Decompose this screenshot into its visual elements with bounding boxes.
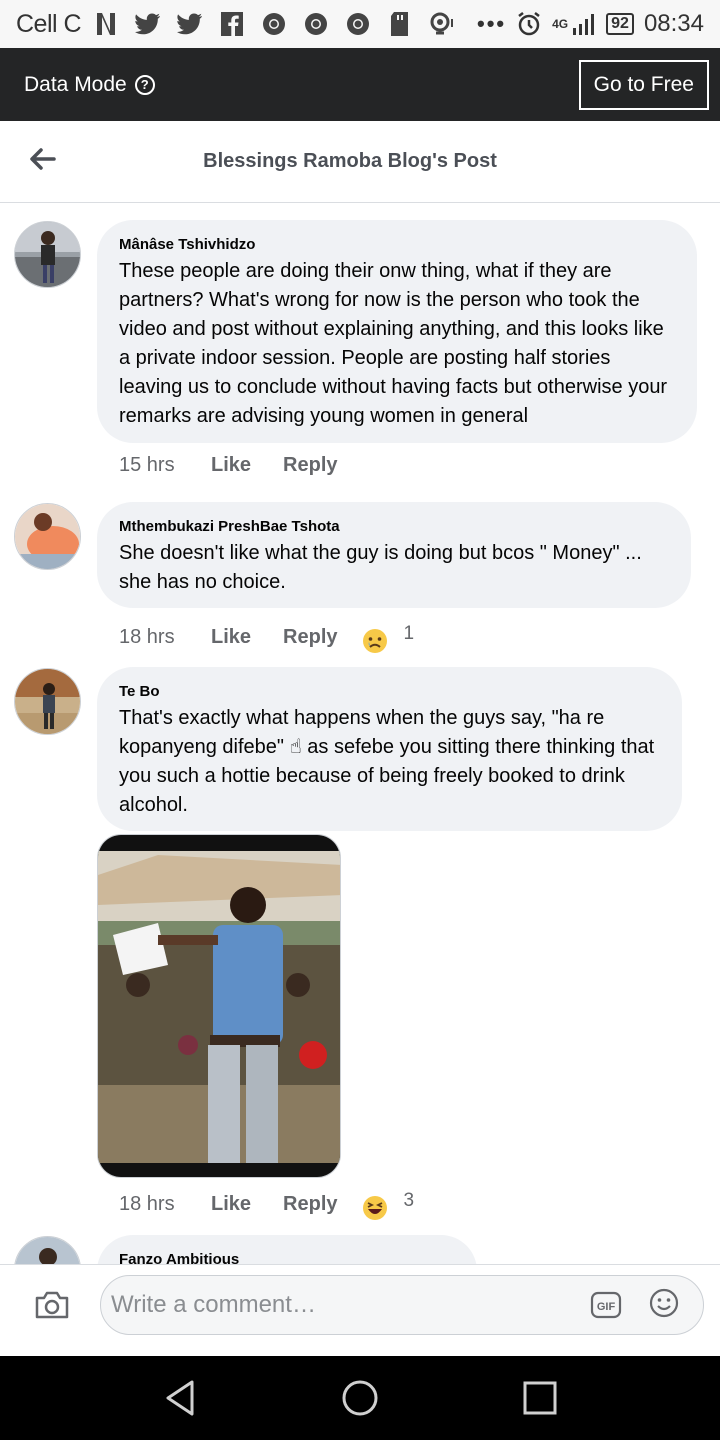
- android-nav-bar: [0, 1356, 720, 1440]
- signal-icon: [573, 14, 595, 35]
- comment-composer: GIF: [0, 1264, 720, 1356]
- comment-actions: 18 hrs Like Reply 1: [119, 620, 414, 654]
- twitter-icon: [175, 11, 205, 37]
- recents-nav-icon[interactable]: [520, 1378, 560, 1418]
- gif-icon[interactable]: GIF: [590, 1289, 622, 1321]
- comment-bubble: Mânâse Tshivhidzo These people are doing…: [97, 220, 697, 443]
- go-to-free-button[interactable]: Go to Free: [578, 59, 709, 110]
- facebook-icon: [217, 11, 247, 37]
- comment-author[interactable]: Mthembukazi PreshBae Tshota: [119, 518, 669, 535]
- avatar[interactable]: [14, 503, 81, 570]
- avatar[interactable]: [14, 668, 81, 735]
- comment-text: These people are doing their onw thing, …: [119, 260, 668, 427]
- location-icon: [427, 11, 457, 37]
- back-arrow-icon[interactable]: [28, 145, 56, 173]
- comment-author[interactable]: Te Bo: [119, 683, 660, 700]
- comment-time[interactable]: 18 hrs: [119, 626, 211, 649]
- comment-text: She doesn't like what the guy is doing b…: [119, 542, 642, 593]
- help-icon[interactable]: ?: [134, 74, 155, 95]
- emoji-icon[interactable]: [648, 1287, 680, 1319]
- data-mode-label: Data Mode: [24, 72, 127, 96]
- sd-card-icon: [385, 11, 415, 37]
- netflix-icon: [91, 11, 121, 37]
- status-bar: Cell C ••• 4G 92 08:34: [0, 0, 720, 48]
- reply-button[interactable]: Reply: [283, 1193, 337, 1216]
- comment-time[interactable]: 15 hrs: [119, 454, 211, 477]
- battery-icon: 92: [606, 13, 634, 35]
- chrome-icon: [301, 11, 331, 37]
- chrome-icon: [259, 11, 289, 37]
- comment-actions: 15 hrs Like Reply: [119, 454, 370, 477]
- notification-icons: [91, 11, 457, 37]
- svg-text:GIF: GIF: [597, 1301, 616, 1313]
- reaction-summary[interactable]: 3: [362, 1187, 415, 1221]
- reaction-count: 3: [403, 1190, 415, 1211]
- comment-text: That's exactly what happens when the guy…: [119, 707, 655, 816]
- comment-bubble: Mthembukazi PreshBae Tshota She doesn't …: [97, 502, 691, 608]
- back-nav-icon[interactable]: [160, 1378, 200, 1418]
- like-button[interactable]: Like: [211, 454, 251, 477]
- comment-bubble: Te Bo That's exactly what happens when t…: [97, 667, 682, 831]
- comment-author[interactable]: Mânâse Tshivhidzo: [119, 236, 675, 253]
- clock: 08:34: [643, 10, 704, 37]
- home-nav-icon[interactable]: [340, 1378, 380, 1418]
- reaction-summary[interactable]: 1: [362, 620, 415, 654]
- chrome-icon: [343, 11, 373, 37]
- post-header: Blessings Ramoba Blog's Post: [0, 121, 720, 203]
- reply-button[interactable]: Reply: [283, 626, 337, 649]
- like-button[interactable]: Like: [211, 626, 251, 649]
- alarm-icon: [518, 12, 540, 36]
- reply-button[interactable]: Reply: [283, 454, 337, 477]
- sad-reaction-icon: [362, 629, 387, 653]
- like-button[interactable]: Like: [211, 1193, 251, 1216]
- more-icon: •••: [477, 11, 507, 36]
- avatar[interactable]: [14, 221, 81, 288]
- carrier-label: Cell C: [16, 9, 82, 38]
- comment-time[interactable]: 18 hrs: [119, 1193, 211, 1216]
- network-type: 4G: [552, 17, 569, 31]
- status-right: ••• 4G 92 08:34: [477, 10, 704, 38]
- twitter-icon: [133, 11, 163, 37]
- reaction-count: 1: [403, 623, 415, 644]
- camera-icon[interactable]: [34, 1289, 70, 1321]
- comment-photo[interactable]: [97, 834, 341, 1178]
- page-title: Blessings Ramoba Blog's Post: [203, 150, 497, 172]
- data-mode-bar: Data Mode ? Go to Free: [0, 48, 720, 121]
- haha-reaction-icon: [362, 1196, 387, 1220]
- comment-actions: 18 hrs Like Reply 3: [119, 1187, 414, 1221]
